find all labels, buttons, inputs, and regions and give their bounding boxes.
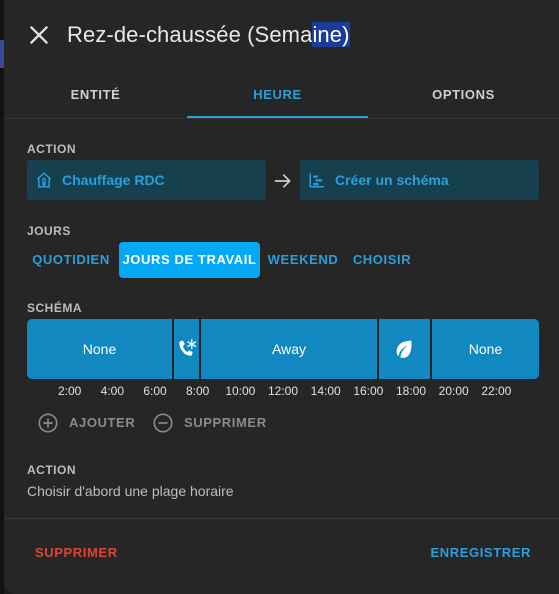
dialog-header: Rez-de-chaussée (Semaine) xyxy=(4,0,559,70)
action-detail-label: ACTION xyxy=(27,463,76,477)
timeline-tick-label: 10:00 xyxy=(225,384,256,398)
save-button[interactable]: ENREGISTRER xyxy=(430,545,531,560)
timeline-tick-label: 4:00 xyxy=(100,384,125,398)
tab-heure[interactable]: HEURE xyxy=(187,72,368,118)
days-option-choisir[interactable]: CHOISIR xyxy=(349,242,415,278)
schedule-timeline: None Away None xyxy=(27,319,539,379)
timeline-icon xyxy=(309,173,324,188)
dialog-title-text: Rez-de-chaussée (Sema xyxy=(67,22,313,47)
entity-button-label: Chauffage RDC xyxy=(62,172,165,188)
days-option-jours-de-travail[interactable]: JOURS DE TRAVAIL xyxy=(119,242,260,278)
timeline-tick-label: 20:00 xyxy=(438,384,469,398)
timeslot-block[interactable]: None xyxy=(27,319,172,379)
footer-divider xyxy=(4,518,559,519)
tab-bar: ENTITÉ HEURE OPTIONS xyxy=(4,72,559,120)
phone-snowflake-icon xyxy=(179,339,197,356)
timeline-tick-label: 22:00 xyxy=(481,384,512,398)
timeslot-block-eco[interactable] xyxy=(379,319,430,379)
timeline-tick-label: 12:00 xyxy=(267,384,299,398)
timeline-tick-label: 6:00 xyxy=(143,384,167,398)
tabs-divider xyxy=(4,118,559,119)
create-scheme-button[interactable]: Créer un schéma xyxy=(300,160,539,200)
create-scheme-label: Créer un schéma xyxy=(335,172,449,188)
days-section-label: JOURS xyxy=(27,224,71,238)
days-option-weekend[interactable]: WEEKEND xyxy=(266,242,340,278)
dialog-title: Rez-de-chaussée (Semaine) xyxy=(67,22,350,48)
arrow-right-icon xyxy=(274,174,291,188)
schedule-dialog: Rez-de-chaussée (Semaine) ENTITÉ HEURE O… xyxy=(4,0,559,594)
active-tab-indicator xyxy=(187,116,368,118)
timeline-tick-label: 8:00 xyxy=(185,384,210,398)
home-thermostat-icon xyxy=(36,172,52,188)
tab-options[interactable]: OPTIONS xyxy=(368,72,559,118)
add-slot-label: AJOUTER xyxy=(69,415,136,430)
timeline-tick-label: 14:00 xyxy=(310,384,341,398)
plus-circle-icon xyxy=(38,413,58,433)
entity-button[interactable]: Chauffage RDC xyxy=(27,160,266,200)
delete-button[interactable]: SUPPRIMER xyxy=(35,545,118,560)
timeline-tick-label: 18:00 xyxy=(395,384,427,398)
minus-circle-icon xyxy=(153,413,173,433)
action-section-label: ACTION xyxy=(27,142,76,156)
remove-slot-label: SUPPRIMER xyxy=(184,415,267,430)
schema-section-label: SCHÉMA xyxy=(27,301,83,315)
timeline-tick-label: 16:00 xyxy=(353,384,384,398)
timeslot-block[interactable]: Away xyxy=(201,319,377,379)
tab-entite[interactable]: ENTITÉ xyxy=(4,72,187,118)
leaf-icon xyxy=(396,340,412,358)
dialog-title-selection: ine) xyxy=(312,22,350,47)
days-option-quotidien[interactable]: QUOTIDIEN xyxy=(27,242,115,278)
timeslot-block-comfort[interactable] xyxy=(174,319,199,379)
timeslot-block[interactable]: None xyxy=(432,319,539,379)
action-hint-text: Choisir d'abord une plage horaire xyxy=(27,483,234,499)
close-icon[interactable] xyxy=(26,22,52,48)
timeline-tick-label: 2:00 xyxy=(57,384,82,398)
